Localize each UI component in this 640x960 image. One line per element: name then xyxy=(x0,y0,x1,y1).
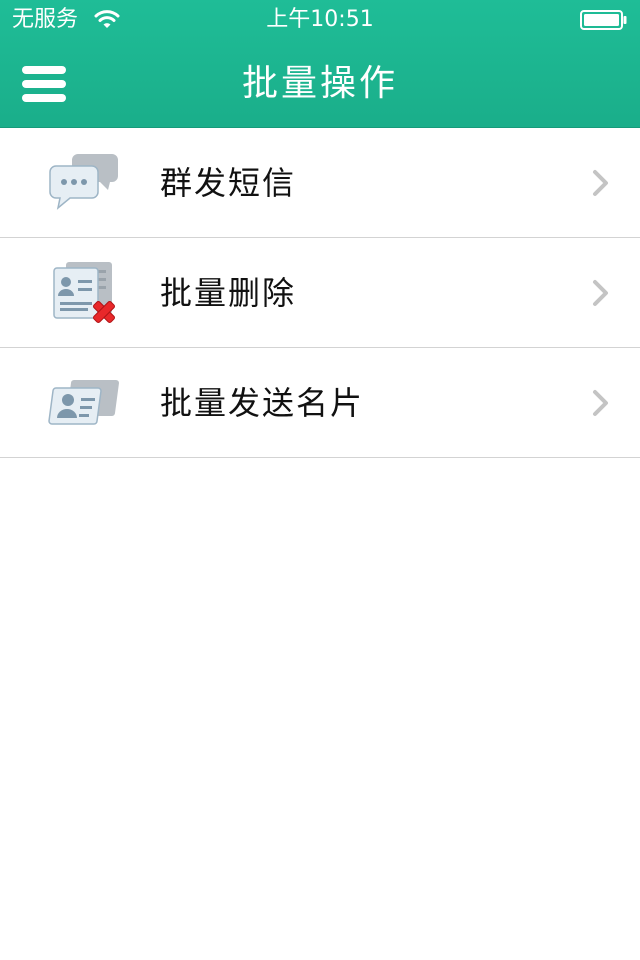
business-cards-icon xyxy=(48,380,119,425)
app-screen: 无服务 上午10:51 批量操作 群发短信 批量删除 批量发送名片 xyxy=(0,0,640,960)
chevron-right-icon xyxy=(593,280,608,306)
nav-bar: 批量操作 xyxy=(0,40,640,128)
list-item-label: 批量发送名片 xyxy=(160,384,365,422)
list-item-group-sms[interactable]: 群发短信 xyxy=(0,128,640,238)
chevron-right-icon xyxy=(593,390,608,416)
list-item-batch-delete[interactable]: 批量删除 xyxy=(0,238,640,348)
hamburger-menu-icon xyxy=(22,66,66,102)
status-bar: 无服务 上午10:51 xyxy=(0,0,640,40)
list-item-batch-send-cards[interactable]: 批量发送名片 xyxy=(0,348,640,458)
chat-bubbles-icon xyxy=(49,154,118,210)
battery-icon xyxy=(580,10,627,30)
status-time: 上午10:51 xyxy=(266,7,374,32)
header: 无服务 上午10:51 批量操作 xyxy=(0,0,640,128)
delete-contact-icon xyxy=(53,262,115,323)
chevron-right-icon xyxy=(593,170,608,196)
batch-operations-list: 群发短信 批量删除 批量发送名片 xyxy=(0,128,640,458)
list-item-label: 群发短信 xyxy=(160,164,297,202)
menu-button[interactable] xyxy=(14,54,74,114)
list-item-label: 批量删除 xyxy=(160,274,297,312)
page-title: 批量操作 xyxy=(241,63,398,104)
